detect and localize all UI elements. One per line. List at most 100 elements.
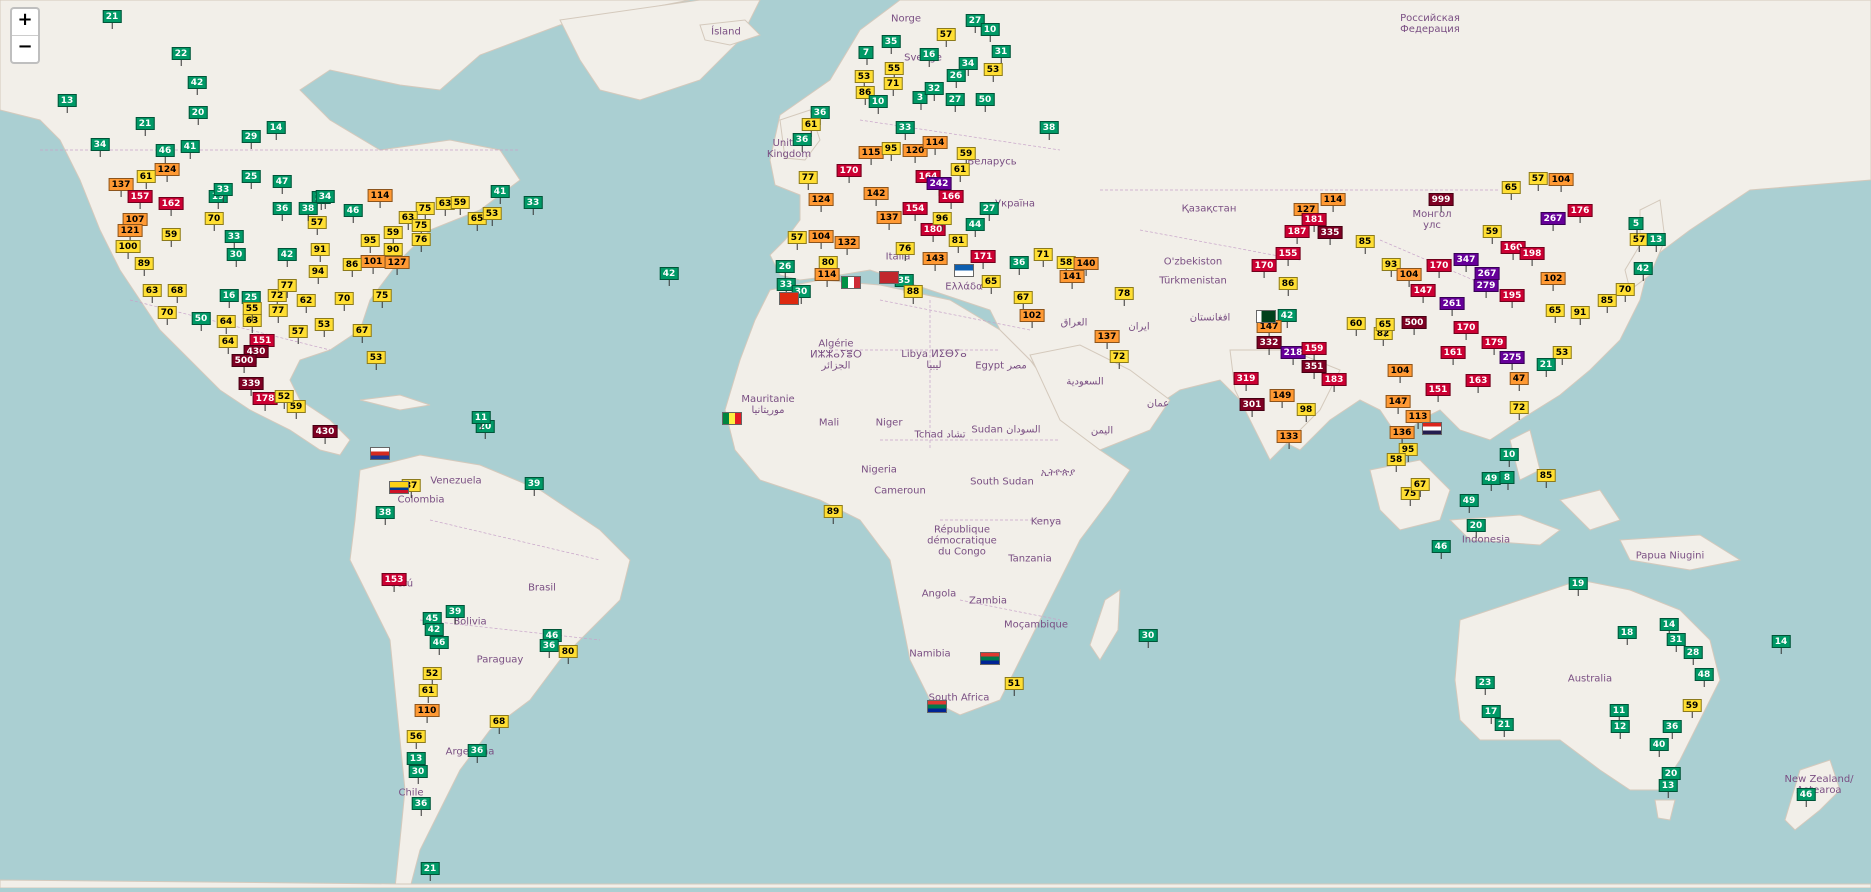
aqi-marker[interactable]: 124: [808, 193, 834, 212]
flag-icon[interactable]: [722, 412, 742, 425]
aqi-marker[interactable]: 275: [1499, 351, 1525, 370]
aqi-marker[interactable]: 176: [1567, 204, 1593, 223]
aqi-marker[interactable]: 11: [471, 411, 491, 430]
aqi-marker[interactable]: 100: [115, 240, 141, 259]
aqi-marker[interactable]: 56: [406, 730, 426, 749]
aqi-marker[interactable]: 170: [1453, 321, 1479, 340]
aqi-marker[interactable]: 61: [801, 118, 821, 137]
flag-icon[interactable]: [879, 271, 899, 284]
aqi-marker[interactable]: 102: [1019, 309, 1045, 328]
aqi-marker[interactable]: 136: [1389, 426, 1415, 445]
aqi-marker[interactable]: 163: [1465, 374, 1491, 393]
aqi-marker[interactable]: 96: [932, 212, 952, 231]
aqi-marker[interactable]: 13: [57, 94, 77, 113]
flag-icon[interactable]: [927, 700, 947, 713]
aqi-marker[interactable]: 67: [352, 324, 372, 343]
aqi-marker[interactable]: 52: [274, 390, 294, 409]
aqi-marker[interactable]: 31: [991, 45, 1011, 64]
aqi-marker[interactable]: 80: [558, 645, 578, 664]
aqi-marker[interactable]: 57: [307, 216, 327, 235]
aqi-marker[interactable]: 339: [238, 377, 264, 396]
aqi-marker[interactable]: 13: [1658, 779, 1678, 798]
aqi-marker[interactable]: 430: [312, 425, 338, 444]
aqi-marker[interactable]: 36: [1009, 256, 1029, 275]
aqi-marker[interactable]: 104: [1548, 173, 1574, 192]
aqi-marker[interactable]: 88: [903, 285, 923, 304]
aqi-marker[interactable]: 17: [1481, 705, 1501, 724]
aqi-marker[interactable]: 67: [1410, 478, 1430, 497]
aqi-marker[interactable]: 42: [187, 76, 207, 95]
aqi-marker[interactable]: 179: [1481, 336, 1507, 355]
aqi-marker[interactable]: 46: [343, 204, 363, 223]
aqi-marker[interactable]: 500: [1401, 316, 1427, 335]
aqi-marker[interactable]: 159: [1301, 342, 1327, 361]
aqi-marker[interactable]: 21: [102, 10, 122, 29]
aqi-marker[interactable]: 11: [1609, 704, 1629, 723]
aqi-marker[interactable]: 57: [787, 231, 807, 250]
aqi-marker[interactable]: 59: [956, 147, 976, 166]
aqi-marker[interactable]: 36: [272, 202, 292, 221]
aqi-marker[interactable]: 72: [1109, 350, 1129, 369]
aqi-marker[interactable]: 75: [372, 289, 392, 308]
aqi-marker[interactable]: 279: [1473, 279, 1499, 298]
aqi-marker[interactable]: 42: [277, 248, 297, 267]
aqi-marker[interactable]: 101: [360, 255, 386, 274]
aqi-marker[interactable]: 75: [411, 219, 431, 238]
aqi-marker[interactable]: 10: [868, 95, 888, 114]
flag-icon[interactable]: [370, 447, 390, 460]
aqi-marker[interactable]: 121: [117, 224, 143, 243]
aqi-marker[interactable]: 21: [135, 117, 155, 136]
aqi-marker[interactable]: 18: [1617, 626, 1637, 645]
aqi-marker[interactable]: 10: [980, 23, 1000, 42]
aqi-marker[interactable]: 151: [1425, 383, 1451, 402]
aqi-marker[interactable]: 57: [936, 28, 956, 47]
aqi-marker[interactable]: 64: [216, 315, 236, 334]
aqi-marker[interactable]: 46: [1796, 788, 1816, 807]
aqi-marker[interactable]: 132: [834, 236, 860, 255]
aqi-marker[interactable]: 157: [127, 190, 153, 209]
aqi-marker[interactable]: 22: [171, 47, 191, 66]
aqi-marker[interactable]: 137: [876, 211, 902, 230]
aqi-marker[interactable]: 143: [922, 252, 948, 271]
aqi-marker[interactable]: 155: [1275, 247, 1301, 266]
aqi-marker[interactable]: 58: [1386, 453, 1406, 472]
aqi-marker[interactable]: 86: [342, 258, 362, 277]
aqi-marker[interactable]: 49: [1459, 494, 1479, 513]
aqi-marker[interactable]: 38: [298, 202, 318, 221]
aqi-marker[interactable]: 39: [524, 477, 544, 496]
aqi-marker[interactable]: 53: [983, 63, 1003, 82]
aqi-marker[interactable]: 61: [136, 170, 156, 189]
aqi-marker[interactable]: 27: [945, 93, 965, 112]
aqi-marker[interactable]: 76: [411, 233, 431, 252]
aqi-marker[interactable]: 59: [1682, 699, 1702, 718]
aqi-marker[interactable]: 147: [1410, 284, 1436, 303]
aqi-marker[interactable]: 7: [858, 46, 874, 65]
aqi-marker[interactable]: 62: [296, 294, 316, 313]
aqi-marker[interactable]: 33: [523, 196, 543, 215]
aqi-marker[interactable]: 41: [180, 140, 200, 159]
aqi-marker[interactable]: 162: [158, 197, 184, 216]
aqi-marker[interactable]: 27: [979, 202, 999, 221]
aqi-marker[interactable]: 114: [922, 136, 948, 155]
aqi-marker[interactable]: 38: [375, 506, 395, 525]
aqi-marker[interactable]: 16: [219, 289, 239, 308]
aqi-marker[interactable]: 91: [1570, 306, 1590, 325]
aqi-marker[interactable]: 104: [1396, 268, 1422, 287]
aqi-marker[interactable]: 149: [1269, 389, 1295, 408]
aqi-marker[interactable]: 147: [1385, 395, 1411, 414]
aqi-marker[interactable]: 68: [489, 715, 509, 734]
zoom-in-button[interactable]: +: [12, 9, 38, 35]
aqi-marker[interactable]: 30: [226, 248, 246, 267]
aqi-marker[interactable]: 90: [383, 243, 403, 262]
aqi-marker[interactable]: 8: [1499, 471, 1515, 490]
aqi-marker[interactable]: 23: [1475, 676, 1495, 695]
aqi-marker[interactable]: 104: [808, 230, 834, 249]
aqi-marker[interactable]: 332: [1256, 336, 1282, 355]
aqi-marker[interactable]: 102: [1540, 272, 1566, 291]
aqi-marker[interactable]: 14: [1659, 618, 1679, 637]
aqi-marker[interactable]: 114: [367, 189, 393, 208]
aqi-marker[interactable]: 301: [1239, 398, 1265, 417]
aqi-marker[interactable]: 89: [823, 505, 843, 524]
aqi-marker[interactable]: 10: [1499, 448, 1519, 467]
aqi-marker[interactable]: 50: [191, 312, 211, 331]
